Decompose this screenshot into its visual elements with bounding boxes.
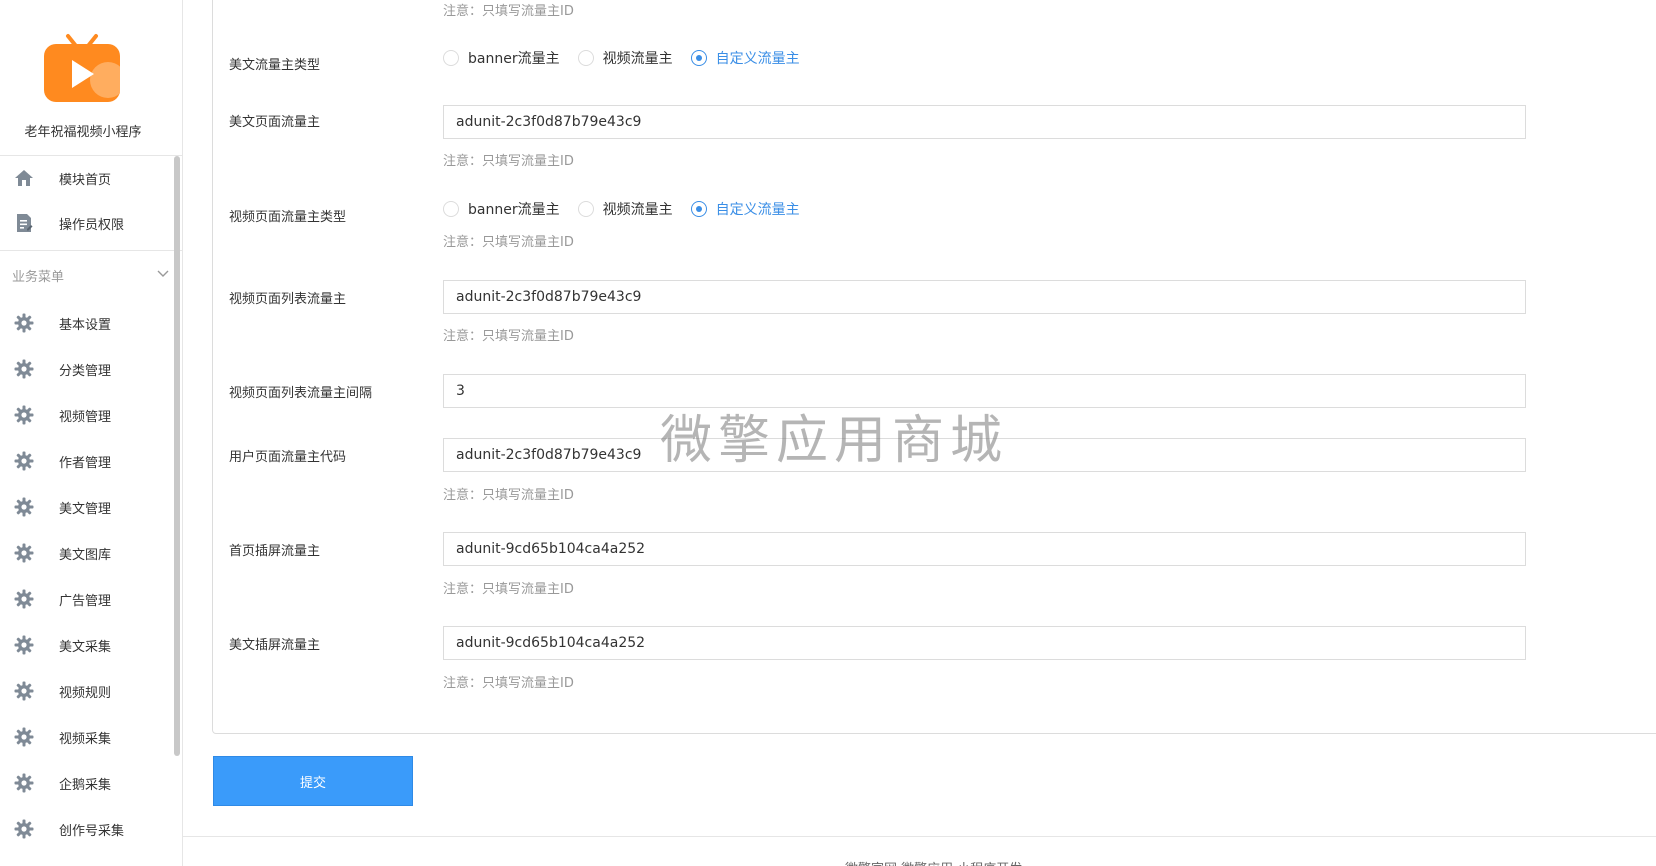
user-page-label: 用户页面流量主代码: [229, 450, 347, 465]
sidebar-item-label: 基本设置: [59, 317, 112, 333]
video-interval-label: 视频页面列表流量主间隔: [229, 386, 373, 401]
sidebar-item-1[interactable]: 基本设置: [0, 303, 175, 343]
sidebar-item-5[interactable]: 美文管理: [0, 487, 175, 527]
sidebar-item-label: 操作员权限: [59, 217, 125, 233]
radio-circle[interactable]: [690, 50, 707, 66]
sidebar-item-label: 美文管理: [59, 501, 112, 517]
meiwen-interstitial-label: 美文插屏流量主: [229, 638, 321, 653]
radio-circle[interactable]: [443, 201, 459, 217]
footer-links[interactable]: 微擎官网 微擎应用 小程序开发: [845, 858, 1022, 866]
app-name: 老年祝福视频小程序: [24, 125, 142, 140]
field-note: 注意：只填写流量主ID: [443, 4, 574, 19]
sidebar-item-label: 模块首页: [59, 172, 112, 188]
gear-icon: [13, 818, 35, 840]
radio-circle[interactable]: [690, 201, 707, 217]
meiwen-type-radio-group: banner流量主 视频流量主 自定义流量主: [443, 47, 818, 69]
submit-button[interactable]: 提交: [213, 756, 413, 806]
sidebar-item-label: 视频采集: [59, 731, 112, 747]
sidebar-item-label: 创作号采集: [59, 823, 125, 839]
sidebar-item-home[interactable]: 模块首页: [0, 158, 175, 198]
sidebar-divider: [0, 155, 183, 156]
radio-label: banner流量主: [468, 51, 560, 67]
app-logo: [44, 30, 126, 102]
radio-label: 视频流量主: [602, 202, 673, 218]
video-list-input[interactable]: adunit-2c3f0d87b79e43c9: [443, 280, 1526, 314]
field-note: 注意：只填写流量主ID: [443, 488, 574, 503]
sidebar-item-7[interactable]: 广告管理: [0, 579, 175, 619]
gear-icon: [13, 496, 35, 518]
sidebar: 老年祝福视频小程序 模块首页 操作员权限 业务菜单 基本设置分类管理视频管理作者…: [0, 0, 183, 866]
radio-custom[interactable]: 自定义流量主: [690, 48, 800, 68]
radio-label: 视频流量主: [602, 51, 673, 67]
video-type-label: 视频页面流量主类型: [229, 210, 347, 225]
footer-divider: [183, 836, 1656, 837]
meiwen-page-label: 美文页面流量主: [229, 115, 321, 130]
sidebar-item-label: 企鹅采集: [59, 777, 112, 793]
sidebar-item-label: 视频规则: [59, 685, 112, 701]
radio-label: 自定义流量主: [715, 51, 800, 67]
gear-icon: [13, 450, 35, 472]
sidebar-item-label: 分类管理: [59, 363, 112, 379]
gear-icon: [13, 680, 35, 702]
sidebar-item-2[interactable]: 分类管理: [0, 349, 175, 389]
home-interstitial-label: 首页插屏流量主: [229, 544, 321, 559]
gear-icon: [13, 312, 35, 334]
radio-label: 自定义流量主: [715, 202, 800, 218]
gear-icon: [13, 634, 35, 656]
sidebar-item-11[interactable]: 企鹅采集: [0, 763, 175, 803]
sidebar-scrollbar[interactable]: [174, 156, 180, 756]
gear-icon: [13, 588, 35, 610]
sidebar-item-10[interactable]: 视频采集: [0, 717, 175, 757]
gear-icon: [13, 404, 35, 426]
menu-group-title: 业务菜单: [12, 270, 65, 285]
field-note: 注意：只填写流量主ID: [443, 154, 574, 169]
radio-banner[interactable]: banner流量主: [443, 199, 560, 219]
sidebar-divider: [0, 250, 183, 251]
radio-banner[interactable]: banner流量主: [443, 48, 560, 68]
sidebar-item-4[interactable]: 作者管理: [0, 441, 175, 481]
sidebar-item-3[interactable]: 视频管理: [0, 395, 175, 435]
sidebar-item-label: 美文图库: [59, 547, 112, 563]
sidebar-item-8[interactable]: 美文采集: [0, 625, 175, 665]
field-note: 注意：只填写流量主ID: [443, 676, 574, 691]
home-interstitial-input[interactable]: adunit-9cd65b104ca4a252: [443, 532, 1526, 566]
radio-circle[interactable]: [577, 201, 594, 217]
watermark: 微擎应用商城: [660, 411, 1009, 471]
home-icon: [13, 167, 35, 189]
sidebar-item-label: 广告管理: [59, 593, 112, 609]
meiwen-type-label: 美文流量主类型: [229, 58, 321, 73]
sidebar-item-9[interactable]: 视频规则: [0, 671, 175, 711]
radio-video[interactable]: 视频流量主: [577, 48, 673, 68]
sidebar-item-label: 视频管理: [59, 409, 112, 425]
radio-circle[interactable]: [443, 50, 459, 66]
sidebar-item-label: 美文采集: [59, 639, 112, 655]
video-type-radio-group: banner流量主 视频流量主 自定义流量主: [443, 198, 818, 220]
gear-icon: [13, 358, 35, 380]
field-note: 注意：只填写流量主ID: [443, 235, 574, 250]
sidebar-item-6[interactable]: 美文图库: [0, 533, 175, 573]
video-list-label: 视频页面列表流量主: [229, 292, 347, 307]
sidebar-item-12[interactable]: 创作号采集: [0, 809, 175, 849]
radio-video[interactable]: 视频流量主: [577, 199, 673, 219]
field-note: 注意：只填写流量主ID: [443, 329, 574, 344]
meiwen-interstitial-input[interactable]: adunit-9cd65b104ca4a252: [443, 626, 1526, 660]
gear-icon: [13, 726, 35, 748]
sidebar-item-permissions[interactable]: 操作员权限: [0, 203, 175, 243]
radio-custom[interactable]: 自定义流量主: [690, 199, 800, 219]
meiwen-page-input[interactable]: adunit-2c3f0d87b79e43c9: [443, 105, 1526, 139]
chevron-down-icon[interactable]: [156, 266, 170, 280]
radio-circle[interactable]: [577, 50, 594, 66]
field-note: 注意：只填写流量主ID: [443, 582, 574, 597]
gear-icon: [13, 542, 35, 564]
document-icon: [13, 212, 35, 234]
sidebar-item-label: 作者管理: [59, 455, 112, 471]
gear-icon: [13, 772, 35, 794]
radio-label: banner流量主: [468, 202, 560, 218]
